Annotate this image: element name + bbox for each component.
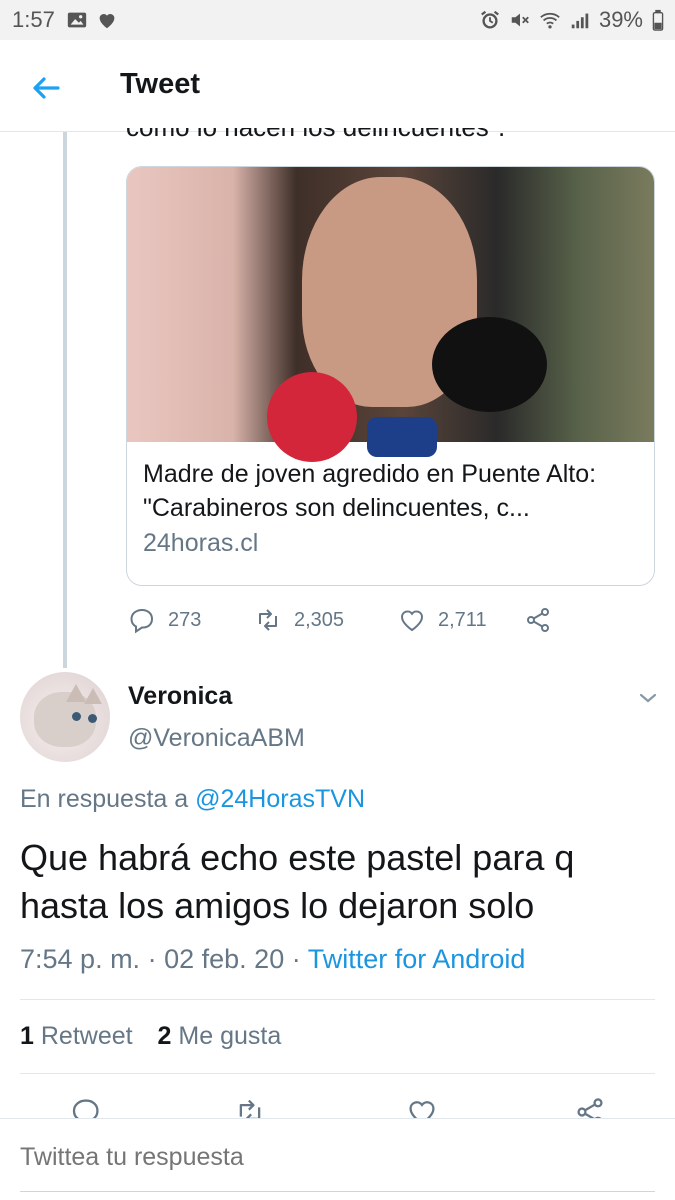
- avatar[interactable]: [20, 672, 110, 762]
- status-time: 1:57: [12, 7, 55, 32]
- heart-outline-icon[interactable]: [406, 1096, 438, 1118]
- meta-separator: ·: [147, 944, 157, 974]
- retweet-icon[interactable]: [234, 1096, 266, 1118]
- share-icon[interactable]: [574, 1096, 606, 1118]
- retweet-stat-count: 1: [20, 1022, 34, 1050]
- retweet-count: 2,305: [294, 608, 345, 631]
- heart-outline-icon: [400, 610, 424, 632]
- thread-connector-line: [63, 132, 67, 668]
- reply-input[interactable]: [20, 1143, 655, 1172]
- user-handle[interactable]: @VeronicaABM: [128, 724, 305, 753]
- card-title: Madre de joven agredido en Puente Alto: …: [143, 460, 597, 522]
- reply-composer: [0, 1118, 675, 1200]
- meta-separator: ·: [291, 944, 301, 974]
- reply-mention-link[interactable]: @24HorasTVN: [195, 785, 365, 813]
- link-preview-card[interactable]: Madre de joven agredido en Puente Alto: …: [126, 166, 655, 586]
- reply-icon: [130, 608, 154, 634]
- image-icon: [67, 12, 87, 28]
- like-count: 2,711: [438, 608, 487, 631]
- retweets-stat[interactable]: 1 Retweet: [20, 1022, 140, 1050]
- tweet-source-link[interactable]: Twitter for Android: [308, 944, 526, 974]
- back-arrow-icon[interactable]: [26, 68, 66, 108]
- like-stat-label: Me gusta: [178, 1022, 282, 1050]
- top-app-bar: Tweet: [0, 40, 675, 132]
- battery-icon: [652, 9, 664, 31]
- tweet-actions-bar: [0, 1094, 675, 1118]
- tweet-time: 7:54 p. m.: [20, 944, 141, 974]
- signal-icon: [571, 13, 589, 29]
- divider: [20, 1073, 655, 1074]
- share-icon: [527, 608, 549, 632]
- retweet-icon: [259, 609, 277, 631]
- status-bar: 1:57 39%: [0, 0, 675, 40]
- alarm-icon: [481, 10, 499, 29]
- display-name[interactable]: Veronica: [128, 682, 232, 711]
- retweet-button[interactable]: 2,305: [254, 606, 398, 634]
- tweet-metadata: 7:54 p. m. · 02 feb. 20 · Twitter for An…: [20, 944, 525, 975]
- like-button[interactable]: 2,711: [398, 606, 524, 634]
- heart-icon: [99, 14, 115, 29]
- wifi-icon: [540, 12, 560, 29]
- battery-percentage: 39%: [598, 7, 643, 32]
- reply-count: 273: [168, 608, 202, 631]
- card-domain: 24horas.cl: [143, 529, 259, 557]
- reply-context: En respuesta a @24HorasTVN: [20, 785, 365, 814]
- reply-button[interactable]: 273: [128, 606, 254, 634]
- tweet-stats: 1 Retweet 2 Me gusta: [20, 1022, 299, 1051]
- parent-tweet-actions: 273 2,305 2,711: [128, 602, 568, 638]
- likes-stat[interactable]: 2 Me gusta: [158, 1022, 282, 1050]
- share-button[interactable]: [524, 606, 552, 634]
- reply-icon[interactable]: [70, 1096, 102, 1118]
- tweet-date: 02 feb. 20: [164, 944, 285, 974]
- card-image: [127, 167, 654, 462]
- tweet-text: Que habrá echo este pastel para q hasta …: [20, 837, 575, 926]
- like-stat-count: 2: [157, 1022, 172, 1050]
- mute-icon: [511, 13, 529, 27]
- page-title: Tweet: [120, 68, 201, 100]
- reply-prefix: En respuesta a: [20, 785, 189, 813]
- chevron-down-icon[interactable]: [636, 686, 660, 710]
- divider: [20, 999, 655, 1000]
- composer-underline: [20, 1191, 655, 1192]
- retweet-stat-label: Retweet: [40, 1022, 133, 1050]
